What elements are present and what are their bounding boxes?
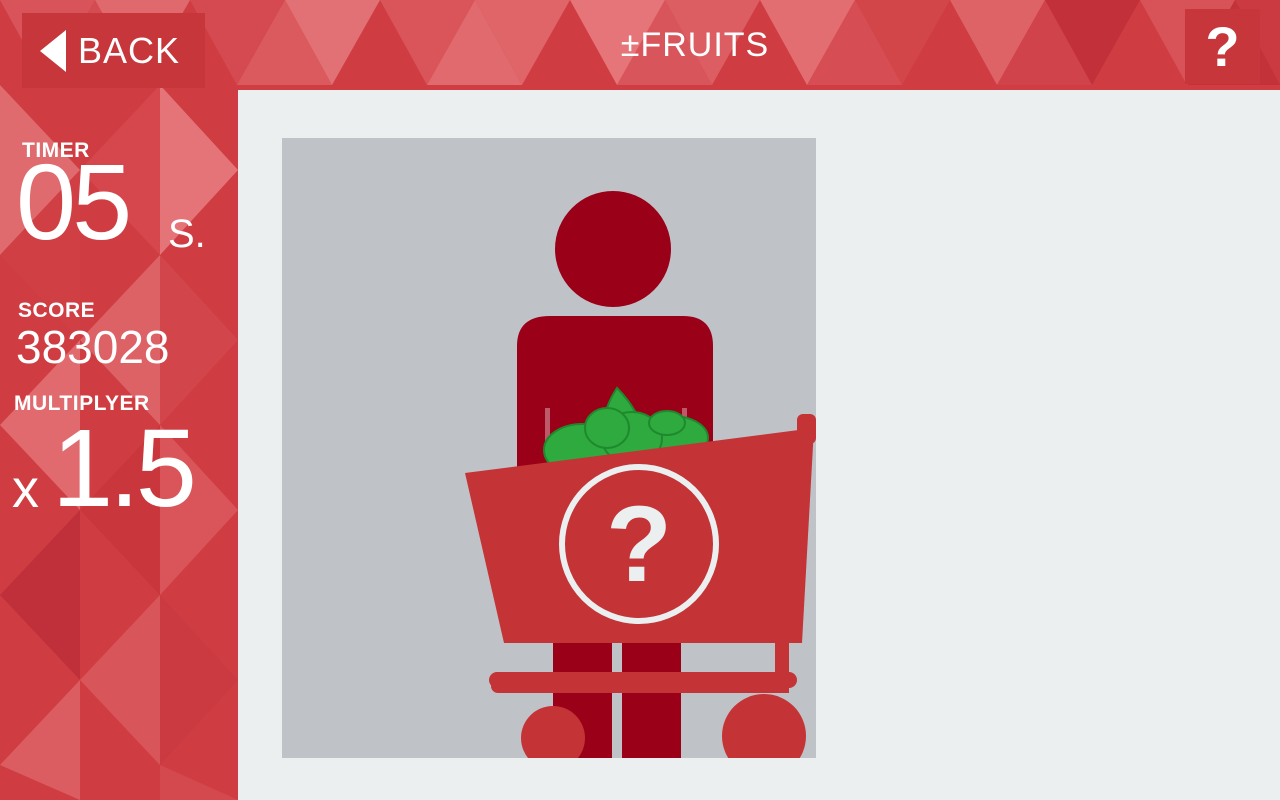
question-mark-icon: ? (1205, 14, 1240, 78)
score-value: 383028 (16, 321, 170, 373)
timer-value: 05 (16, 141, 132, 262)
multiplier-value: 1.5 (52, 407, 197, 530)
game-screen: BACK ±FRUITS ? TIMER 05 S. SCORE 383028 … (0, 0, 1280, 800)
person-head (555, 191, 671, 307)
multiplier-prefix: x (12, 459, 39, 519)
help-button[interactable]: ? (1185, 9, 1260, 84)
page-title: ±FRUITS (620, 26, 770, 64)
back-arrow-icon (40, 29, 66, 72)
cart-wheel-right (722, 694, 806, 758)
score-label: SCORE (18, 299, 96, 322)
timer-unit: S. (168, 212, 206, 256)
back-button-label: BACK (78, 29, 181, 71)
cart-question-mark: ? (606, 483, 672, 604)
back-button[interactable]: BACK (22, 13, 205, 88)
cart-rail (489, 672, 797, 688)
main-panel: ? (238, 90, 1280, 800)
person-with-shopping-cart-icon: ? (465, 191, 816, 758)
puzzle-image-card: ? (282, 138, 816, 758)
